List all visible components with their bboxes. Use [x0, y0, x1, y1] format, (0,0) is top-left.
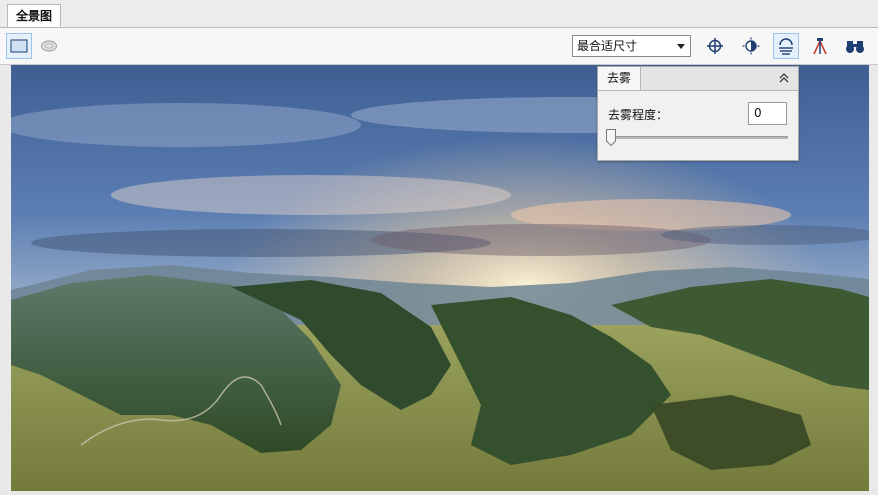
tripod-icon: [813, 38, 827, 55]
rectangle-view-icon: [10, 39, 28, 53]
tripod-button[interactable]: [807, 33, 833, 59]
crosshair-icon: [707, 38, 723, 54]
defog-level-label: 去雾程度：: [608, 108, 669, 122]
tab-strip: 全景图: [0, 0, 878, 28]
binoculars-icon: [846, 41, 864, 53]
toolbar: 最合适尺寸: [0, 28, 878, 65]
defog-icon: [779, 38, 793, 55]
defog-slider-track[interactable]: [606, 136, 788, 139]
binoculars-button[interactable]: [842, 33, 868, 59]
zoom-select-value: 最合适尺寸: [577, 39, 638, 53]
sphere-view-button[interactable]: [36, 33, 62, 59]
defog-panel: 去雾 去雾程度： 0: [597, 66, 799, 161]
defog-level-input[interactable]: 0: [748, 102, 787, 125]
defog-button[interactable]: [773, 33, 799, 59]
double-chevron-up-icon: [779, 73, 789, 83]
defog-slider-thumb[interactable]: [606, 129, 616, 149]
contrast-icon: [742, 37, 760, 55]
contrast-button[interactable]: [738, 33, 764, 59]
defog-panel-header: 去雾: [598, 67, 798, 91]
slider-thumb-icon: [606, 129, 616, 147]
crosshair-button[interactable]: [702, 33, 728, 59]
chevron-down-icon: [674, 36, 688, 56]
zoom-select[interactable]: 最合适尺寸: [572, 35, 691, 57]
collapse-button[interactable]: [776, 70, 792, 86]
defog-panel-tab[interactable]: 去雾: [598, 67, 642, 90]
flat-view-button[interactable]: [6, 33, 32, 59]
sphere-view-icon: [40, 40, 58, 52]
tab-panorama[interactable]: 全景图: [7, 4, 62, 27]
